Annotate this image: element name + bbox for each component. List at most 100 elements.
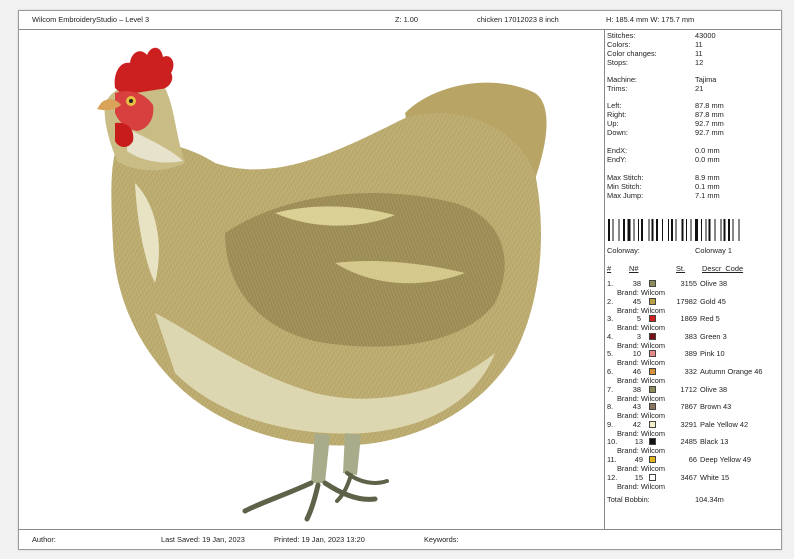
thread-index: 11. [607,455,617,464]
col-header-description: Descr_Code [702,264,744,273]
thread-description: Autumn Orange 46 [700,367,763,376]
thread-stitches: 2485 [680,437,697,447]
barcode [608,219,740,241]
trims-value: 21 [695,84,704,93]
colors-value: 11 [695,40,703,49]
endx-value: 0.0 mm [695,146,720,155]
thread-row: 8. 43 7867 Brown 43 Brand: Wilcom [607,402,781,420]
down-value: 92.7 mm [695,128,724,137]
thread-index: 10. [607,437,618,447]
thread-number: 43 [632,402,641,412]
thread-description: Gold 45 [700,296,726,306]
thread-number: 3 [636,331,641,341]
barcode-bar [681,219,684,241]
thread-stitches: 66 [688,455,697,464]
barcode-bar [662,219,663,241]
endx-label: EndX: [607,146,628,155]
color-changes-label: Color changes: [607,49,657,58]
thread-swatch [649,297,656,305]
thread-description: Red 5 [700,314,720,324]
thread-index: 6. [607,367,614,376]
thread-row: 1. 38 3155 Olive 38 Brand: Wilcom [607,279,781,297]
thread-swatch [649,473,656,481]
thread-swatch [649,280,656,287]
barcode-bar [651,219,654,241]
color-changes-value: 11 [695,49,703,58]
barcode-bar [695,219,698,241]
thread-row: 7. 38 1712 Olive 38 Brand: Wilcom [607,385,781,403]
app-title: Wilcom EmbroideryStudio – Level 3 [32,15,150,24]
barcode-bar [668,219,669,241]
barcode-bar [638,219,639,241]
stops-label: Stops: [607,58,628,67]
thread-description: Olive 38 [700,279,728,288]
thread-description: White 15 [700,472,730,482]
trims-label: Trims: [607,84,628,93]
thread-stitches: 383 [684,331,697,341]
colors-label: Colors: [607,40,631,49]
thread-index: 5. [607,349,614,359]
thread-row: 2. 45 17982 Gold 45 Brand: Wilcom [607,297,781,315]
barcode-bar [641,219,643,241]
thread-number: 46 [632,367,641,376]
thread-row: 5. 10 389 Pink 10 Brand: Wilcom [607,349,781,367]
col-header-index: # [607,264,612,273]
stops-value: 12 [695,58,704,67]
machine-label: Machine: [607,75,637,84]
barcode-bar [675,219,677,241]
thread-row: 11. 49 66 Deep Yellow 49 Brand: Wilcom [607,455,781,473]
down-label: Down: [607,128,628,137]
thread-swatch [649,438,656,446]
thread-stitches: 3155 [680,279,697,288]
thread-index: 9. [607,419,614,429]
barcode-bar [656,219,658,241]
stitches-label: Stitches: [607,31,636,40]
panel-divider [604,29,605,529]
min-stitch-value: 0.1 mm [695,182,720,191]
worksheet-page: Wilcom EmbroideryStudio – Level 3 Z: 1.0… [18,10,782,550]
thread-index: 12. [607,472,618,482]
right-value: 87.8 mm [695,110,724,119]
thread-description: Olive 38 [700,384,728,394]
barcode-bar [705,219,707,241]
thread-stitches: 389 [684,349,697,359]
up-label: Up: [607,119,619,128]
barcode-bar [686,219,687,241]
printed-date: Printed: 19 Jan, 2023 13:20 [274,535,365,544]
thread-swatch [649,368,656,375]
barcode-bar [608,219,610,241]
thread-swatch [649,315,656,323]
stitches-value: 43000 [695,31,716,40]
thread-stitches: 1712 [680,384,697,394]
thread-number: 13 [634,437,643,447]
barcode-bar [714,219,716,241]
thread-stitches: 7867 [680,402,697,412]
thread-swatch [649,403,656,411]
thread-number: 10 [632,349,641,359]
thread-stitches: 3467 [680,472,697,482]
thread-index: 8. [607,402,614,412]
barcode-bar [648,219,650,241]
thread-number: 49 [634,455,643,464]
thread-swatch [649,420,656,428]
thread-index: 7. [607,384,614,394]
barcode-bar [690,219,692,241]
right-label: Right: [607,110,627,119]
barcode-bar [708,219,711,241]
max-stitch-value: 8.9 mm [695,173,720,182]
thread-index: 1. [607,279,614,288]
barcode-bar [701,219,702,241]
design-name: chicken 17012023 8 inch [477,15,559,24]
barcode-bar [723,219,726,241]
endy-label: EndY: [607,155,627,164]
thread-index: 2. [607,296,614,306]
thread-stitches: 332 [684,367,697,376]
thread-description: Black 13 [700,437,729,447]
thread-number: 38 [632,279,641,288]
left-value: 87.8 mm [695,101,724,110]
machine-value: Tajima [695,75,717,84]
embroidered-chicken-image [97,47,547,522]
zoom-level: Z: 1.00 [395,15,419,24]
thread-number: 15 [634,472,643,482]
barcode-bar [738,219,740,241]
